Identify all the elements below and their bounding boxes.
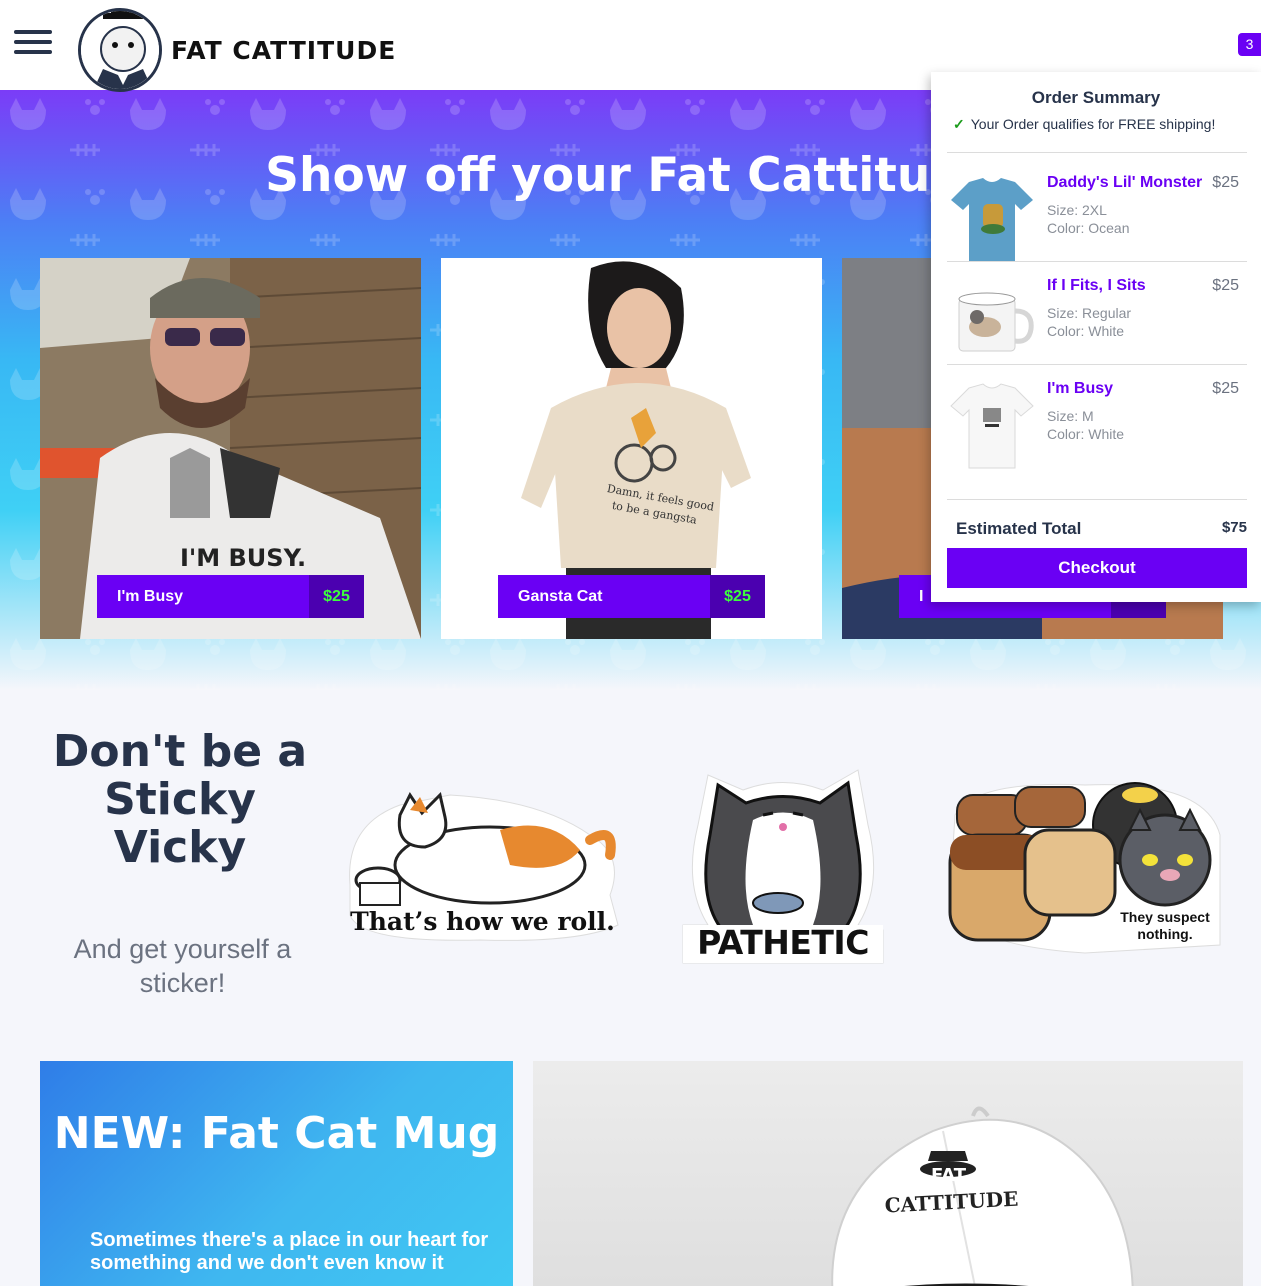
cap-photo: FAT CATTITUDE (831, 1106, 1134, 1286)
product-name: Gansta Cat (518, 587, 603, 605)
mug-promo-card[interactable]: NEW: Fat Cat Mug Sometimes there's a pla… (40, 1061, 513, 1286)
cap-text-fat: FAT (931, 1165, 967, 1186)
promo-text: Sometimes there's a place in our heart f… (90, 1229, 489, 1274)
product-card-im-busy[interactable]: I'M BUSY. I'm Busy $25 (40, 258, 421, 639)
cart-item: I'm Busy $25 Size: M Color: White (947, 380, 1247, 480)
sticker-section-title: Don't be a Sticky Vicky (40, 728, 320, 872)
cart-item: Daddy's Lil' Monster $25 Size: 2XL Color… (947, 174, 1247, 274)
hat-product-image[interactable]: FAT CATTITUDE (533, 1061, 1243, 1286)
shipping-note-text: Your Order qualifies for FREE shipping! (970, 116, 1216, 132)
product-name: I'm Busy (117, 587, 184, 605)
product-price: $25 (710, 575, 765, 618)
cart-item-size: Size: Regular (1047, 305, 1132, 321)
sticker-thats-how-we-roll[interactable]: That’s how we roll. (340, 785, 625, 945)
item-thumbnail-white-mug[interactable] (947, 277, 1037, 367)
title-line: Sticky (104, 774, 256, 825)
menu-icon[interactable] (14, 30, 56, 60)
title-line: Don't be a (52, 726, 308, 777)
product-card-gansta-cat[interactable]: Damn, it feels good to be a gangsta Gans… (441, 258, 822, 639)
cart-item-size: Size: 2XL (1047, 202, 1107, 218)
checkout-button[interactable]: Checkout (947, 548, 1247, 588)
cart-item: If I Fits, I Sits $25 Size: Regular Colo… (947, 277, 1247, 377)
check-icon: ✓ (953, 116, 965, 132)
cart-count-badge[interactable]: 3 (1238, 33, 1261, 56)
cart-item-size: Size: M (1047, 408, 1094, 424)
product-label[interactable]: Gansta Cat $25 (498, 575, 765, 618)
sticker-section-subtitle: And get yourself a sticker! (73, 934, 292, 998)
item-thumbnail-ocean-tshirt[interactable] (947, 174, 1037, 264)
sticker-caption: That’s how we roll. (350, 907, 615, 936)
divider (947, 152, 1247, 153)
cart-item-name[interactable]: I'm Busy (1047, 380, 1113, 398)
cart-item-color: Color: White (1047, 426, 1125, 442)
product-price: $25 (309, 575, 364, 618)
cart-dropdown: Order Summary ✓ Your Order qualifies for … (931, 72, 1261, 602)
cart-item-name[interactable]: Daddy's Lil' Monster (1047, 174, 1202, 192)
shipping-note: ✓ Your Order qualifies for FREE shipping! (953, 116, 1215, 133)
item-thumbnail-white-tshirt[interactable] (947, 380, 1037, 470)
cart-item-color: Color: White (1047, 323, 1125, 339)
cart-item-price: $25 (1212, 174, 1239, 191)
order-summary-title: Order Summary (1031, 88, 1161, 107)
cart-item-color: Color: Ocean (1047, 220, 1130, 236)
estimated-total-value: $75 (1221, 519, 1247, 536)
cart-item-name[interactable]: If I Fits, I Sits (1047, 277, 1146, 295)
divider (947, 364, 1247, 365)
divider (947, 261, 1247, 262)
sticker-caption: They suspect nothing. (1120, 909, 1210, 942)
sticker-pathetic[interactable]: PATHETIC (678, 765, 888, 965)
title-line: Vicky (113, 822, 247, 873)
cart-item-price: $25 (1212, 380, 1239, 397)
cart-item-price: $25 (1212, 277, 1239, 294)
brand-name[interactable]: FAT CATTITUDE (171, 36, 396, 65)
sticker-caption: PATHETIC (697, 923, 869, 962)
logo[interactable] (78, 8, 162, 92)
divider (947, 499, 1247, 500)
product-label[interactable]: I'm Busy $25 (97, 575, 364, 618)
promo-title: NEW: Fat Cat Mug (53, 1108, 500, 1159)
svg-text:I'M BUSY.: I'M BUSY. (180, 544, 306, 572)
estimated-total-label: Estimated Total (956, 519, 1082, 538)
sticker-they-suspect-nothing[interactable]: They suspect nothing. (945, 775, 1225, 955)
